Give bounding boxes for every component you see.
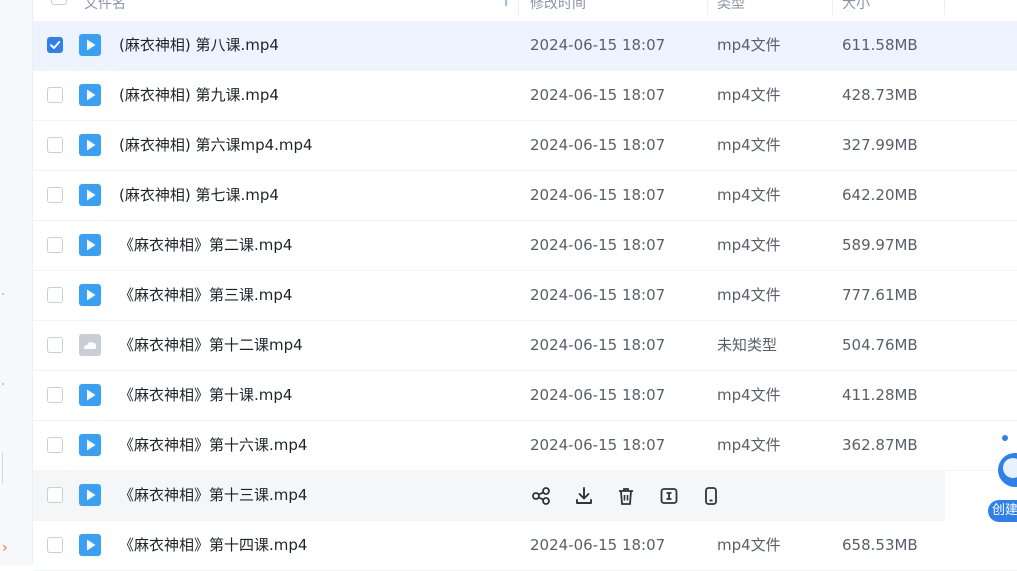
file-type: mp4文件 xyxy=(717,36,781,54)
file-name[interactable]: 《麻衣神相》第十三课.mp4 xyxy=(119,471,307,520)
file-type: mp4文件 xyxy=(717,86,781,104)
column-header-name[interactable]: 文件名 xyxy=(84,0,126,18)
file-size: 611.58MB xyxy=(842,36,918,54)
table-row[interactable]: (麻衣神相) 第七课.mp4 2024-06-15 18:07 mp4文件 642.2… xyxy=(33,171,1017,221)
file-size: 411.28MB xyxy=(842,386,918,404)
modified-time: 2024-06-15 18:07 xyxy=(530,136,666,154)
table-row[interactable]: 《麻衣神相》第十四课.mp4 2024-06-15 18:07 mp4文件 658.5… xyxy=(33,521,1017,571)
sort-arrow-icon[interactable]: ↑ xyxy=(501,0,511,8)
modified-time: 2024-06-15 18:07 xyxy=(530,386,666,404)
modified-time: 2024-06-15 18:07 xyxy=(530,286,666,304)
file-size: 504.76MB xyxy=(842,336,918,354)
file-name[interactable]: 《麻衣神相》第二课.mp4 xyxy=(119,221,292,270)
file-name[interactable]: 《麻衣神相》第十四课.mp4 xyxy=(119,521,307,570)
file-size: 327.99MB xyxy=(842,136,918,154)
column-divider xyxy=(832,0,833,15)
modified-time: 2024-06-15 18:07 xyxy=(530,336,666,354)
table-row[interactable]: 《麻衣神相》第十课.mp4 2024-06-15 18:07 mp4文件 411.28… xyxy=(33,371,1017,421)
modified-time: 2024-06-15 18:07 xyxy=(530,536,666,554)
file-name[interactable]: (麻衣神相) 第九课.mp4 xyxy=(119,71,279,120)
share-icon[interactable] xyxy=(530,485,552,507)
row-checkbox[interactable] xyxy=(47,187,63,203)
expand-chevron-icon[interactable]: › xyxy=(2,541,8,555)
row-checkbox[interactable] xyxy=(47,487,63,503)
file-size: 362.87MB xyxy=(842,436,918,454)
video-file-icon xyxy=(79,34,101,56)
modified-time: 2024-06-15 18:07 xyxy=(530,86,666,104)
left-sidebar-rail: › xyxy=(0,0,33,565)
select-all-checkbox[interactable] xyxy=(51,0,67,5)
file-type: 未知类型 xyxy=(717,336,778,354)
modified-time: 2024-06-15 18:07 xyxy=(530,186,666,204)
file-name[interactable]: 《麻衣神相》第十二课mp4 xyxy=(119,321,303,370)
table-row[interactable]: (麻衣神相) 第八课.mp4 2024-06-15 18:07 mp4文件 611.5… xyxy=(33,21,1017,71)
table-row[interactable]: 《麻衣神相》第十三课.mp4 xyxy=(33,471,945,521)
row-checkbox[interactable] xyxy=(47,537,63,553)
file-size: 658.53MB xyxy=(842,536,918,554)
file-name[interactable]: (麻衣神相) 第七课.mp4 xyxy=(119,171,279,220)
row-checkbox[interactable] xyxy=(47,37,63,53)
file-size: 777.61MB xyxy=(842,286,918,304)
table-row[interactable]: (麻衣神相) 第九课.mp4 2024-06-15 18:07 mp4文件 428.7… xyxy=(33,71,1017,121)
video-file-icon xyxy=(79,434,101,456)
video-file-icon xyxy=(79,534,101,556)
file-name[interactable]: 《麻衣神相》第十课.mp4 xyxy=(119,371,292,420)
file-name[interactable]: (麻衣神相) 第六课mp4.mp4 xyxy=(119,121,313,170)
video-file-icon xyxy=(79,484,101,506)
file-name[interactable]: 《麻衣神相》第三课.mp4 xyxy=(119,271,292,320)
file-type: mp4文件 xyxy=(717,536,781,554)
table-row[interactable]: (麻衣神相) 第六课mp4.mp4 2024-06-15 18:07 mp4文件 32… xyxy=(33,121,1017,171)
video-file-icon xyxy=(79,184,101,206)
file-size: 642.20MB xyxy=(842,186,918,204)
table-row[interactable]: 《麻衣神相》第十二课mp4 2024-06-15 18:07 未知类型 504.76M… xyxy=(33,321,1017,371)
delete-icon[interactable] xyxy=(615,485,637,507)
send-to-phone-icon[interactable] xyxy=(700,485,722,507)
column-header-size[interactable]: 大小 xyxy=(842,0,870,18)
row-checkbox[interactable] xyxy=(47,237,63,253)
video-file-icon xyxy=(79,234,101,256)
video-file-icon xyxy=(79,284,101,306)
file-size: 589.97MB xyxy=(842,236,918,254)
row-checkbox[interactable] xyxy=(47,87,63,103)
file-type: mp4文件 xyxy=(717,436,781,454)
file-type: mp4文件 xyxy=(717,186,781,204)
table-row[interactable]: 《麻衣神相》第二课.mp4 2024-06-15 18:07 mp4文件 589.97… xyxy=(33,221,1017,271)
modified-time: 2024-06-15 18:07 xyxy=(530,36,666,54)
column-divider xyxy=(707,0,708,15)
video-file-icon xyxy=(79,84,101,106)
column-header-modified[interactable]: 修改时间 xyxy=(530,0,586,18)
table-row[interactable]: 《麻衣神相》第三课.mp4 2024-06-15 18:07 mp4文件 777.61… xyxy=(33,271,1017,321)
rail-scroll-marker xyxy=(2,452,3,484)
column-header-type[interactable]: 类型 xyxy=(717,0,745,18)
row-checkbox[interactable] xyxy=(47,287,63,303)
rail-marker xyxy=(2,383,4,385)
create-widget-label: 创建 xyxy=(992,503,1017,518)
file-size: 428.73MB xyxy=(842,86,918,104)
row-checkbox[interactable] xyxy=(47,337,63,353)
rail-marker xyxy=(2,293,4,295)
video-file-icon xyxy=(79,384,101,406)
table-row[interactable]: 《麻衣神相》第十六课.mp4 2024-06-15 18:07 mp4文件 362.8… xyxy=(33,421,1017,471)
unknown-file-icon xyxy=(79,334,101,356)
create-widget[interactable]: 创建 xyxy=(986,432,1017,524)
file-type: mp4文件 xyxy=(717,386,781,404)
file-type: mp4文件 xyxy=(717,136,781,154)
row-checkbox[interactable] xyxy=(47,437,63,453)
download-icon[interactable] xyxy=(573,485,595,507)
table-header: 文件名 ↑ 修改时间 类型 大小 xyxy=(33,0,945,18)
file-name[interactable]: 《麻衣神相》第十六课.mp4 xyxy=(119,421,307,470)
column-divider xyxy=(944,0,945,15)
file-type: mp4文件 xyxy=(717,286,781,304)
row-checkbox[interactable] xyxy=(47,387,63,403)
row-checkbox[interactable] xyxy=(47,137,63,153)
video-file-icon xyxy=(79,134,101,156)
file-name[interactable]: (麻衣神相) 第八课.mp4 xyxy=(119,21,279,70)
rename-icon[interactable] xyxy=(658,485,680,507)
modified-time: 2024-06-15 18:07 xyxy=(530,436,666,454)
modified-time: 2024-06-15 18:07 xyxy=(530,236,666,254)
column-divider xyxy=(518,0,519,15)
file-type: mp4文件 xyxy=(717,236,781,254)
